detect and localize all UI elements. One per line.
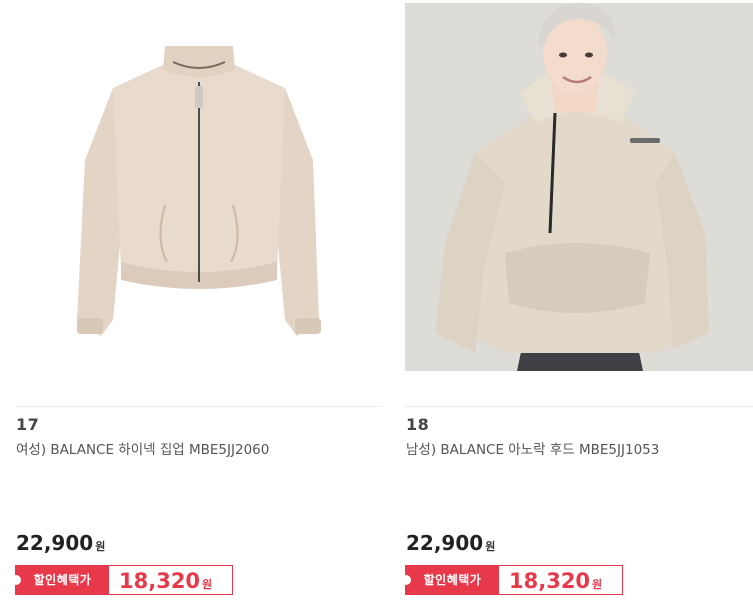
sale-price: 18,320 원 [509,566,602,594]
sale-price-unit: 원 [202,578,213,591]
price-value: 22,900 [406,531,484,555]
product-card[interactable]: 18 남성) BALANCE 아노락 후드 MBE5JJ1053 22,900 원… [401,0,753,612]
price-value: 22,900 [16,531,94,555]
original-price: 22,900 원 [16,531,105,555]
sale-price-value: 18,320 [119,569,201,593]
discount-price-box: 할인혜택가 18,320 원 [11,565,233,595]
product-card[interactable]: 17 여성) BALANCE 하이넥 집업 MBE5JJ2060 22,900 원… [11,0,383,612]
product-image[interactable] [405,3,753,371]
original-price: 22,900 원 [406,531,495,555]
jacket-photo [15,0,383,405]
sale-price: 18,320 원 [119,566,212,594]
sale-price-value: 18,320 [509,569,591,593]
card-divider [405,406,753,407]
price-unit: 원 [485,540,496,553]
price-unit: 원 [95,540,106,553]
card-divider [15,406,383,407]
discount-label: 할인혜택가 [11,566,109,594]
rank-number: 18 [406,415,430,434]
product-name[interactable]: 남성) BALANCE 아노락 후드 MBE5JJ1053 [406,438,659,458]
product-image[interactable] [15,0,383,405]
discount-price-box: 할인혜택가 18,320 원 [401,565,623,595]
discount-label: 할인혜택가 [401,566,499,594]
rank-number: 17 [16,415,40,434]
sale-price-unit: 원 [592,578,603,591]
product-name[interactable]: 여성) BALANCE 하이넥 집업 MBE5JJ2060 [16,438,269,458]
product-grid: 17 여성) BALANCE 하이넥 집업 MBE5JJ2060 22,900 원… [0,0,753,612]
model-photo [405,3,753,371]
